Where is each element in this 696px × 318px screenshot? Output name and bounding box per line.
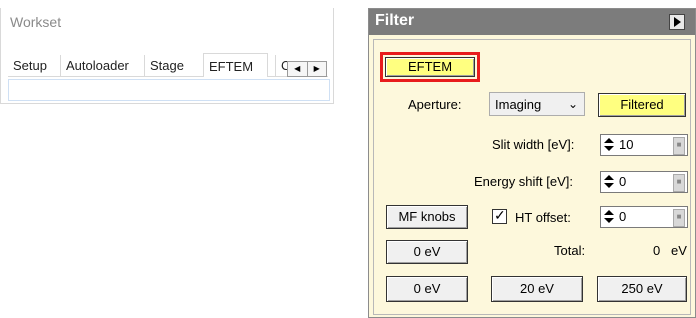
filtered-button[interactable]: Filtered [598, 93, 686, 117]
total-unit: eV [671, 243, 687, 258]
filter-panel: Filter EFTEM Aperture: Imaging ⌄ Filtere… [368, 8, 696, 318]
energy-shift-spinner[interactable]: 0 ■ [600, 171, 688, 193]
total-label: Total: [554, 243, 586, 258]
lock-icon[interactable]: ■ [673, 209, 685, 227]
workset-tab-bar: Setup Autoloader Stage EFTEM C [8, 53, 328, 77]
filter-body: EFTEM Aperture: Imaging ⌄ Filtered Slit … [373, 39, 691, 315]
chevron-down-icon: ⌄ [568, 97, 579, 111]
tab-autoloader[interactable]: Autoloader [60, 55, 134, 77]
energy-shift-value: 0 [619, 174, 627, 189]
ht-offset-spinner[interactable]: 0 ■ [600, 206, 688, 228]
scroll-left-icon[interactable]: ◀ [288, 62, 308, 76]
scroll-right-icon[interactable]: ▶ [308, 62, 327, 76]
aperture-label: Aperture: [408, 97, 462, 112]
filter-title: Filter [375, 12, 415, 29]
lock-icon[interactable]: ■ [673, 174, 685, 192]
tab-stage[interactable]: Stage [144, 55, 189, 77]
spin-arrows-icon[interactable] [603, 175, 615, 189]
tab-scroll-buttons: ◀ ▶ [287, 61, 327, 77]
expand-arrow-icon[interactable] [669, 14, 685, 30]
total-value: 0 [653, 243, 661, 258]
tab-setup[interactable]: Setup [8, 55, 52, 77]
aperture-value: Imaging [495, 97, 542, 112]
eftem-button[interactable]: EFTEM [385, 57, 475, 77]
filter-header: Filter [369, 9, 695, 35]
spin-arrows-icon[interactable] [603, 210, 615, 224]
lock-icon[interactable]: ■ [673, 137, 685, 155]
ht-offset-label: HT offset: [515, 210, 571, 225]
tab-clipped[interactable]: C [275, 55, 287, 77]
mf-knobs-button[interactable]: MF knobs [386, 205, 468, 229]
ht-offset-checkbox[interactable]: ✓ [492, 207, 507, 224]
workset-content [8, 79, 330, 101]
energy-shift-label: Energy shift [eV]: [474, 174, 573, 189]
preset-20ev-button[interactable]: 20 eV [491, 276, 583, 302]
tab-eftem[interactable]: EFTEM [203, 53, 268, 77]
ht-offset-value: 0 [619, 209, 627, 224]
slit-width-value: 10 [619, 137, 634, 152]
aperture-dropdown[interactable]: Imaging ⌄ [489, 92, 585, 116]
check-icon: ✓ [494, 207, 506, 223]
zero-ev-button[interactable]: 0 eV [386, 240, 468, 264]
workset-title: Workset [10, 14, 62, 30]
preset-250ev-button[interactable]: 250 eV [597, 276, 687, 302]
preset-0ev-button[interactable]: 0 eV [386, 276, 468, 302]
slit-width-spinner[interactable]: 10 ■ [600, 134, 688, 156]
slit-width-label: Slit width [eV]: [492, 137, 575, 152]
spin-arrows-icon[interactable] [603, 138, 615, 152]
